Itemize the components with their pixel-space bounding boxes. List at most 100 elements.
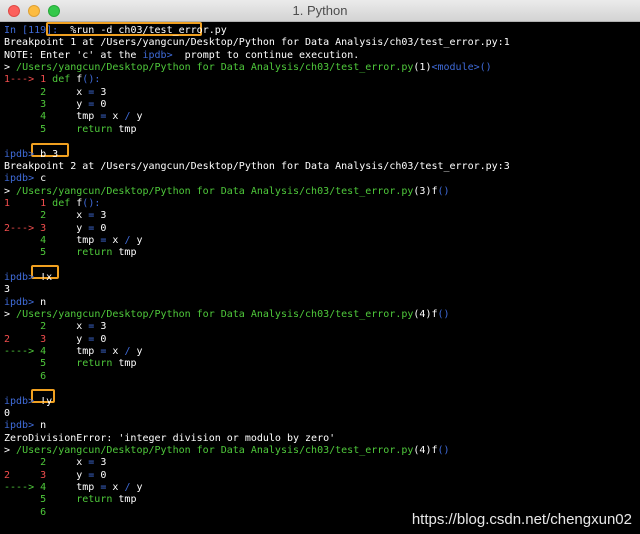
- terminal-text-segment: /Users/yangcun/Desktop/Python for Data A…: [16, 444, 414, 456]
- terminal-text-segment: 4: [4, 111, 77, 123]
- terminal-text-segment: 0: [100, 222, 107, 234]
- terminal-line: 6: [4, 371, 46, 383]
- terminal-text-segment: x: [76, 321, 89, 333]
- terminal-text-segment: return: [76, 247, 119, 259]
- terminal-text-segment: ():: [82, 74, 101, 86]
- terminal-text-segment: ----> 4: [4, 481, 77, 493]
- terminal-text-segment: In [: [4, 25, 29, 36]
- terminal-text-segment: return: [76, 358, 119, 370]
- terminal-text-segment: 5: [4, 494, 77, 506]
- terminal-text-segment: 119: [28, 25, 47, 36]
- terminal-line: 2---> 3 y = 0: [4, 223, 106, 235]
- terminal-text-segment: tmp: [118, 494, 137, 506]
- terminal-line: Breakpoint 1 at /Users/yangcun/Desktop/P…: [4, 37, 510, 49]
- terminal-text-segment: =: [88, 333, 101, 345]
- terminal-text-segment: 0: [100, 333, 107, 345]
- terminal-text-segment: =: [88, 222, 101, 234]
- terminal-text-segment: >: [4, 444, 17, 456]
- terminal-text-segment: !y: [40, 395, 53, 407]
- terminal-text-segment: ipdb>: [4, 420, 41, 432]
- terminal-line: 5 return tmp: [4, 358, 136, 370]
- terminal-text-segment: 5: [4, 123, 77, 135]
- terminal-text-segment: prompt to continue execution.: [172, 49, 360, 61]
- terminal-line: NOTE: Enter 'c' at the ipdb> prompt to c…: [4, 50, 359, 62]
- terminal-text-segment: tmp: [76, 234, 101, 246]
- terminal-text-segment: y: [136, 234, 143, 246]
- terminal-text-segment: 0: [100, 469, 107, 481]
- terminal-text-segment: tmp: [76, 481, 101, 493]
- terminal-text-segment: ]:: [46, 25, 65, 36]
- terminal-output[interactable]: In [119]: %run -d ch03/test_error.py Brea…: [0, 22, 640, 534]
- terminal-line: 5 return tmp: [4, 494, 136, 506]
- terminal-line: > /Users/yangcun/Desktop/Python for Data…: [4, 62, 492, 74]
- terminal-text-segment: 3: [100, 86, 107, 98]
- terminal-line: ipdb> n: [4, 297, 46, 309]
- terminal-text-segment: 5: [4, 247, 77, 259]
- terminal-line: ----> 4 tmp = x / y: [4, 346, 143, 358]
- terminal-text-segment: =: [88, 321, 101, 333]
- terminal-text-segment: x: [112, 234, 125, 246]
- terminal-line: 5 return tmp: [4, 124, 136, 136]
- terminal-text-segment: /: [124, 346, 137, 358]
- terminal-text-segment: 2: [4, 210, 77, 222]
- terminal-text-segment: 4: [4, 234, 77, 246]
- terminal-line: 1---> 1 def f():: [4, 74, 100, 86]
- terminal-text-segment: /Users/yangcun/Desktop/Python for Data A…: [16, 62, 414, 74]
- terminal-text-segment: =: [88, 99, 101, 111]
- terminal-text-segment: ():: [82, 197, 101, 209]
- terminal-text-segment: =: [100, 346, 113, 358]
- terminal-line: 2 3 y = 0: [4, 470, 106, 482]
- terminal-text-segment: /: [124, 481, 137, 493]
- terminal-text-segment: /: [124, 234, 137, 246]
- terminal-text-segment: 0: [100, 99, 107, 111]
- terminal-text-segment: (): [479, 62, 492, 74]
- terminal-text-segment: (): [437, 309, 450, 321]
- terminal-text-segment: y: [76, 333, 89, 345]
- terminal-text-segment: (): [437, 185, 450, 197]
- terminal-text-segment: 3: [100, 321, 107, 333]
- terminal-text-segment: >: [4, 309, 17, 321]
- terminal-text-segment: =: [100, 481, 113, 493]
- terminal-text-segment: y: [76, 469, 89, 481]
- terminal-text-segment: y: [136, 111, 143, 123]
- terminal-text-segment: x: [112, 346, 125, 358]
- terminal-text-segment: y: [136, 481, 143, 493]
- terminal-line: ZeroDivisionError: 'integer division or …: [4, 433, 335, 445]
- terminal-text-segment: >: [4, 62, 17, 74]
- terminal-text-segment: ipdb>: [4, 296, 41, 308]
- terminal-text-segment: 1---> 1: [4, 74, 53, 86]
- terminal-text-segment: y: [136, 346, 143, 358]
- terminal-text-segment: (4): [413, 309, 432, 321]
- terminal-line: > /Users/yangcun/Desktop/Python for Data…: [4, 309, 450, 321]
- terminal-line: ipdb> b 3: [4, 149, 58, 161]
- terminal-text-segment: x: [76, 86, 89, 98]
- terminal-line: ipdb> n: [4, 420, 46, 432]
- terminal-text-segment: =: [88, 86, 101, 98]
- terminal-text-segment: 2 3: [4, 333, 77, 345]
- terminal-text-segment: ----> 4: [4, 346, 77, 358]
- terminal-line: Breakpoint 2 at /Users/yangcun/Desktop/P…: [4, 161, 510, 173]
- terminal-text-segment: ZeroDivisionError: 'integer division or …: [4, 432, 336, 444]
- terminal-text-segment: n: [40, 296, 47, 308]
- window-title: 1. Python: [292, 3, 348, 18]
- terminal-text-segment: >: [4, 185, 17, 197]
- terminal-line: 4 tmp = x / y: [4, 234, 143, 247]
- terminal-text-segment: NOTE: Enter 'c' at the: [4, 49, 143, 61]
- terminal-text-segment: /Users/yangcun/Desktop/Python for Data A…: [16, 185, 414, 197]
- terminal-text-segment: n: [40, 420, 47, 432]
- terminal-text-segment: tmp: [76, 111, 101, 123]
- terminal-line: 4 tmp = x / y: [4, 111, 143, 123]
- terminal-line: 0: [4, 408, 10, 420]
- terminal-text-segment: <module>: [431, 62, 480, 74]
- terminal-text-segment: def: [52, 74, 77, 86]
- terminal-text-segment: 6: [4, 506, 47, 518]
- terminal-line: 1 1 def f():: [4, 198, 100, 210]
- terminal-text-segment: 2---> 3: [4, 222, 77, 234]
- terminal-text-segment: /: [124, 111, 137, 123]
- terminal-text-segment: 3: [100, 210, 107, 222]
- terminal-text-segment: 2 3: [4, 469, 77, 481]
- terminal-text-segment: y: [76, 99, 89, 111]
- terminal-text-segment: (3): [413, 185, 432, 197]
- terminal-line: > /Users/yangcun/Desktop/Python for Data…: [4, 186, 450, 198]
- terminal-text-segment: 0: [4, 407, 11, 419]
